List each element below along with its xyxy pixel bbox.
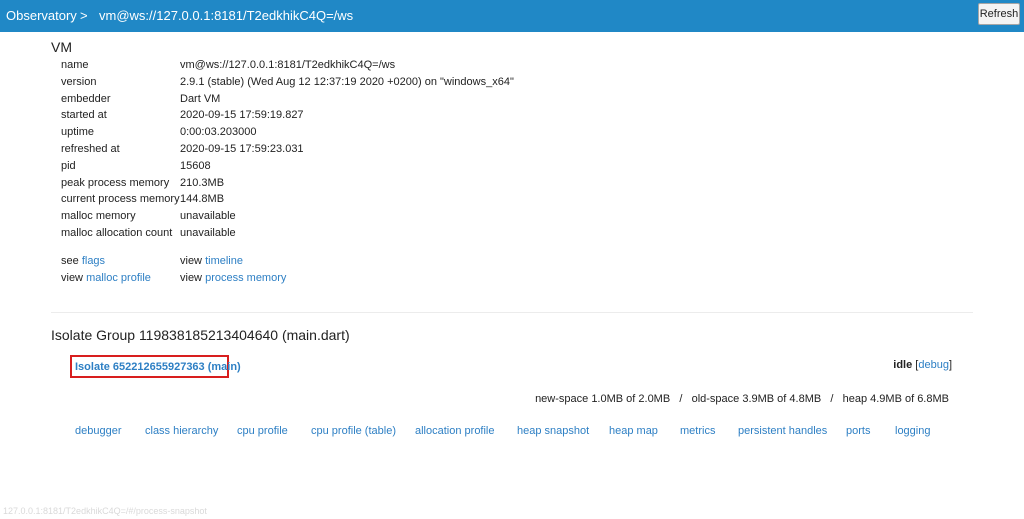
prop-value: 144.8MB (180, 193, 225, 206)
prop-row-version: version 2.9.1 (stable) (Wed Aug 12 12:37… (61, 74, 861, 91)
isolate-state: idle (893, 359, 913, 371)
view-prefix: view (180, 255, 203, 267)
timeline-link[interactable]: timeline (205, 255, 243, 267)
nav-observatory-link[interactable]: Observatory (6, 8, 77, 23)
prop-value: vm@ws://127.0.0.1:8181/T2edkhikC4Q=/ws (180, 59, 396, 71)
link-row: see flags view timeline (61, 253, 561, 270)
tool-ports-link[interactable]: ports (846, 425, 870, 437)
link-row: view malloc profile view process memory (61, 270, 561, 287)
tool-persistent-handles-link[interactable]: persistent handles (738, 425, 827, 437)
prop-row-refreshed-at: refreshed at 2020-09-15 17:59:23.031 (61, 141, 861, 158)
browser-status-url: 127.0.0.1:8181/T2edkhikC4Q=/#/process-sn… (3, 506, 207, 516)
tool-cpu-profile-table-link[interactable]: cpu profile (table) (311, 425, 396, 437)
prop-key: pid (61, 159, 76, 172)
prop-row-peak-memory: peak process memory 210.3MB (61, 175, 861, 192)
isolate-status: idle [debug] (893, 359, 952, 371)
isolate-group-title: Isolate Group 119838185213404640 (main.d… (51, 327, 350, 343)
prop-key: current process memory (61, 193, 180, 206)
nav-separator: > (80, 8, 88, 23)
vm-section-title: VM (51, 39, 72, 55)
prop-value: 210.3MB (180, 176, 225, 189)
prop-key: version (61, 75, 97, 88)
malloc-profile-link[interactable]: malloc profile (86, 272, 151, 284)
view-timeline: view timeline (180, 253, 243, 270)
prop-value: 2020-09-15 17:59:23.031 (180, 142, 304, 155)
tool-cpu-profile-link[interactable]: cpu profile (237, 425, 288, 437)
prop-value: 2020-09-15 17:59:19.827 (180, 109, 304, 122)
view-malloc-profile: view malloc profile (61, 270, 151, 287)
prop-value: 0:00:03.203000 (180, 126, 257, 139)
prop-row-malloc-allocation-count: malloc allocation count unavailable (61, 225, 861, 242)
vm-links: see flags view timeline view malloc prof… (61, 253, 561, 287)
prop-key: peak process memory (61, 176, 170, 189)
refresh-button[interactable]: Refresh (978, 3, 1020, 25)
prop-key: started at (61, 109, 107, 122)
section-divider (51, 312, 973, 313)
prop-key: malloc allocation count (61, 226, 173, 239)
tool-heap-snapshot-link[interactable]: heap snapshot (517, 425, 589, 437)
prop-row-started-at: started at 2020-09-15 17:59:19.827 (61, 107, 861, 124)
tool-heap-map-link[interactable]: heap map (609, 425, 658, 437)
flags-link[interactable]: flags (82, 255, 105, 267)
prop-key: name (61, 59, 89, 71)
tool-allocation-profile-link[interactable]: allocation profile (415, 425, 495, 437)
view-prefix: view (61, 272, 84, 284)
prop-value: 2.9.1 (stable) (Wed Aug 12 12:37:19 2020… (180, 75, 514, 88)
prop-row-malloc-memory: malloc memory unavailable (61, 208, 861, 225)
nav-vm-link[interactable]: vm@ws://127.0.0.1:8181/T2edkhikC4Q=/ws (99, 8, 353, 23)
prop-row-name: name vm@ws://127.0.0.1:8181/T2edkhikC4Q=… (61, 57, 861, 74)
prop-key: uptime (61, 126, 95, 139)
prop-row-uptime: uptime 0:00:03.203000 (61, 124, 861, 141)
prop-value: unavailable (180, 226, 236, 239)
prop-key: refreshed at (61, 142, 120, 155)
see-flags: see flags (61, 253, 105, 270)
prop-value: 15608 (180, 159, 211, 172)
isolate-link[interactable]: Isolate 652212655927363 (main) (75, 361, 241, 373)
tool-metrics-link[interactable]: metrics (680, 425, 715, 437)
view-process-memory: view process memory (180, 270, 286, 287)
prop-key: embedder (61, 92, 111, 105)
prop-key: malloc memory (61, 210, 136, 223)
vm-properties-list: name vm@ws://127.0.0.1:8181/T2edkhikC4Q=… (61, 57, 861, 242)
tool-debugger-link[interactable]: debugger (75, 425, 122, 437)
view-prefix: view (180, 272, 203, 284)
process-memory-link[interactable]: process memory (205, 272, 286, 284)
debug-link[interactable]: debug (918, 359, 949, 371)
prop-value: Dart VM (180, 92, 221, 105)
prop-value: unavailable (180, 210, 236, 223)
prop-row-pid: pid 15608 (61, 158, 861, 175)
isolate-memory-summary: new-space 1.0MB of 2.0MB / old-space 3.9… (535, 393, 949, 405)
top-nav-bar: Observatory > vm@ws://127.0.0.1:8181/T2e… (0, 0, 1024, 32)
tool-class-hierarchy-link[interactable]: class hierarchy (145, 425, 218, 437)
prop-row-current-memory: current process memory 144.8MB (61, 191, 861, 208)
prop-row-embedder: embedder Dart VM (61, 91, 861, 108)
debug-bracket-close: ] (948, 359, 952, 371)
tool-logging-link[interactable]: logging (895, 425, 930, 437)
see-prefix: see (61, 255, 79, 267)
